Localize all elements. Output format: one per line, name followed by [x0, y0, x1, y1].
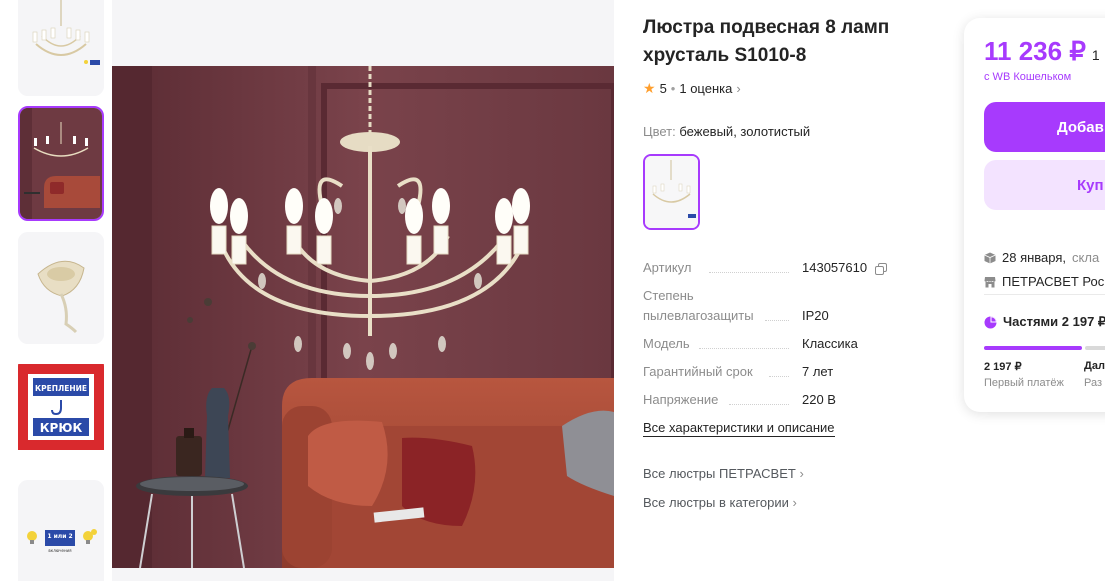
spec-value: IP20	[802, 308, 829, 323]
ceiling-cup-thumb-icon	[18, 232, 104, 344]
thumbnail-3[interactable]	[18, 232, 104, 344]
separator-dot: •	[670, 81, 676, 96]
main-image-area	[112, 0, 614, 581]
shop-icon	[984, 276, 996, 287]
installment-bar-rest	[1085, 346, 1105, 350]
brand-link-label: Все люстры ПЕТРАСВЕТ	[643, 466, 796, 481]
product-photo[interactable]	[112, 66, 614, 568]
color-line: Цвет: бежевый, золотистый	[643, 124, 810, 139]
product-page: КРЕПЛЕНИЕ КРЮК 1 или 2 включения Люстра …	[0, 0, 1105, 581]
seller-name: ПЕТРАСВЕТ Рос	[1002, 274, 1105, 289]
seller-row[interactable]: ПЕТРАСВЕТ Рос	[984, 274, 1104, 289]
chandelier-thumb-icon	[18, 0, 104, 96]
interior-thumb-icon	[20, 108, 102, 219]
next-payment-label: Раз	[1084, 377, 1103, 389]
rating-row[interactable]: ★ 5 • 1 оценка ›	[643, 80, 741, 97]
copy-icon[interactable]	[874, 262, 887, 275]
thumbnail-5[interactable]: 1 или 2 включения	[18, 480, 104, 581]
switch-sublabel: включения	[48, 548, 72, 553]
installments-label: Частями 2 197 ₽	[1003, 314, 1105, 329]
spec-value: 7 лет	[802, 364, 834, 379]
installments-row[interactable]: Частями 2 197 ₽	[984, 314, 1105, 330]
price: 11 236 ₽ 1	[984, 36, 1100, 67]
thumbnail-4[interactable]: КРЕПЛЕНИЕ КРЮК	[18, 356, 104, 468]
color-swatch-selected[interactable]	[643, 154, 700, 230]
all-characteristics-link[interactable]: Все характеристики и описание	[643, 420, 835, 437]
chevron-right-icon: ›	[736, 81, 741, 96]
spec-value: 220 В	[802, 392, 836, 407]
wallet-note[interactable]: с WB Кошельком	[984, 71, 1071, 83]
delivery-warehouse: скла	[1072, 250, 1100, 265]
spec-leader	[765, 320, 789, 321]
color-label: Цвет:	[643, 124, 676, 139]
chevron-right-icon: ›	[799, 466, 804, 481]
thumbnail-1[interactable]	[18, 0, 104, 96]
category-link-label: Все люстры в категории	[643, 495, 789, 510]
spec-leader	[709, 272, 789, 273]
spec-value: Классика	[802, 336, 858, 351]
reviews-count: 1 оценка	[679, 81, 733, 96]
pie-chart-icon	[984, 316, 997, 328]
spec-name: Гарантийный срок	[643, 364, 753, 379]
category-chandeliers-link[interactable]: Все люстры в категории ›	[643, 495, 797, 510]
delivery-date: 28 января,	[1002, 250, 1067, 265]
color-value: бежевый, золотистый	[679, 124, 811, 139]
chandelier-photo-image	[112, 66, 614, 568]
chevron-right-icon: ›	[792, 495, 797, 510]
hook-mount-thumb-icon: КРЕПЛЕНИЕ КРЮК	[18, 356, 104, 468]
spec-leader	[699, 348, 789, 349]
price-card: 11 236 ₽ 1 с WB Кошельком Добав Куп 28 ян…	[964, 18, 1105, 412]
switch-mode-thumb-icon: 1 или 2 включения	[18, 480, 104, 581]
spec-name: Напряжение	[643, 392, 719, 407]
spec-name: Артикул	[643, 260, 692, 275]
star-icon: ★	[643, 80, 656, 96]
article-number: 143057610	[802, 260, 868, 275]
chandelier-swatch-icon	[645, 156, 698, 228]
spec-name: Степень пылевлагозащиты	[643, 288, 754, 323]
spec-value: 143057610	[802, 258, 887, 278]
next-payment-amount: Дал	[1084, 360, 1105, 372]
product-title: Люстра подвесная 8 ламп хрусталь S1010-8	[643, 17, 890, 66]
spec-leader	[729, 404, 789, 405]
delivery-date-row: 28 января, скла	[984, 250, 1099, 265]
buy-now-button[interactable]: Куп	[984, 160, 1105, 210]
installment-bar-first	[984, 346, 1082, 350]
hook-label-top: КРЕПЛЕНИЕ	[35, 384, 87, 393]
brand-chandeliers-link[interactable]: Все люстры ПЕТРАСВЕТ ›	[643, 466, 804, 481]
first-payment-amount: 2 197 ₽	[984, 361, 1022, 373]
switch-label: 1 или 2	[47, 533, 72, 540]
add-to-cart-button[interactable]: Добав	[984, 102, 1105, 152]
hook-label-bottom: КРЮК	[40, 421, 83, 435]
spec-leader	[769, 376, 789, 377]
price-value: 11 236 ₽	[984, 36, 1086, 66]
divider	[984, 294, 1105, 295]
box-icon	[984, 252, 996, 263]
spec-name: Модель	[643, 336, 690, 351]
price-old: 1	[1091, 47, 1100, 63]
first-payment-label: Первый платёж	[984, 377, 1064, 389]
thumbnail-2-selected[interactable]	[18, 106, 104, 221]
rating-value: 5	[659, 81, 667, 96]
